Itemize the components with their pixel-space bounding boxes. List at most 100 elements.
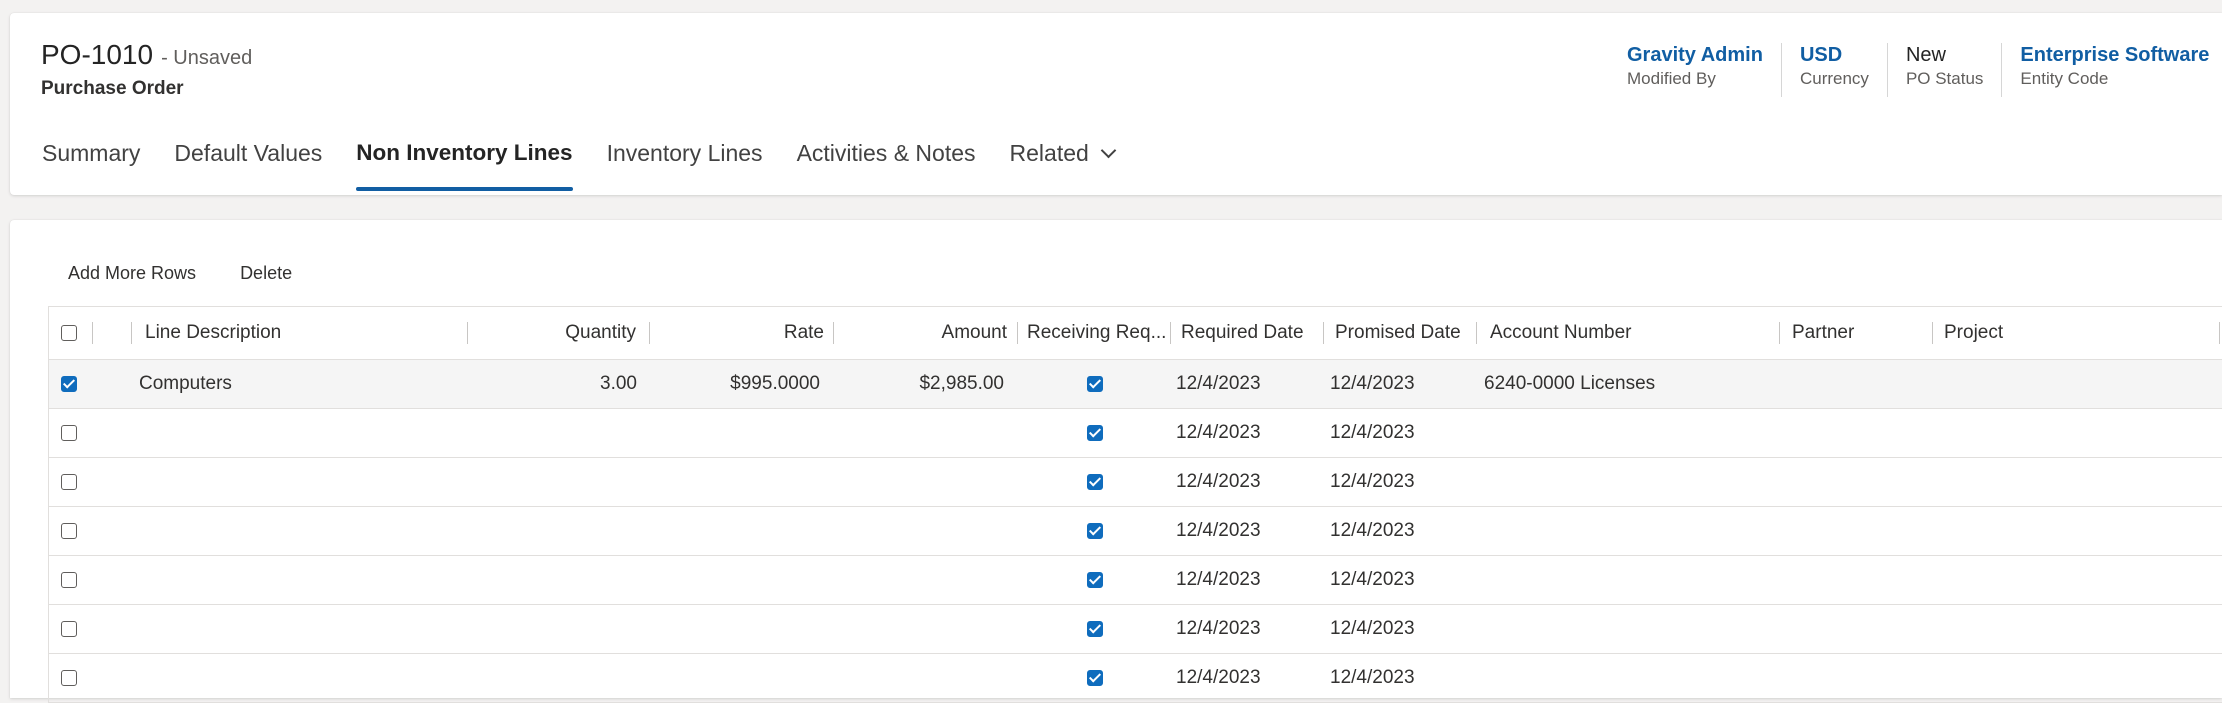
- receiving-required-checkbox[interactable]: [1086, 523, 1103, 539]
- table-row[interactable]: Computers 3.00 $995.0000 $2,985.00 12/4/…: [49, 360, 2222, 409]
- rate-cell[interactable]: $995.0000: [661, 360, 820, 408]
- column-divider[interactable]: [649, 322, 650, 344]
- rate-cell[interactable]: [661, 605, 820, 653]
- promised-date-cell[interactable]: 12/4/2023: [1330, 556, 1470, 604]
- line-description-cell[interactable]: [139, 556, 449, 604]
- partner-cell[interactable]: [1787, 605, 1927, 653]
- quantity-cell[interactable]: [479, 556, 637, 604]
- entity-code-link[interactable]: Enterprise Software: [2020, 43, 2209, 67]
- project-cell[interactable]: [1939, 654, 2209, 702]
- amount-cell[interactable]: [845, 458, 1004, 506]
- quantity-cell[interactable]: 3.00: [479, 360, 637, 408]
- account-number-cell[interactable]: [1484, 556, 1774, 604]
- add-more-rows-button[interactable]: Add More Rows: [68, 263, 196, 284]
- account-number-cell[interactable]: [1484, 605, 1774, 653]
- column-divider[interactable]: [2219, 322, 2220, 344]
- project-cell[interactable]: [1939, 556, 2209, 604]
- table-row[interactable]: 12/4/2023 12/4/2023: [49, 654, 2222, 703]
- required-date-cell[interactable]: 12/4/2023: [1176, 360, 1316, 408]
- quantity-cell[interactable]: [479, 605, 637, 653]
- select-all-checkbox[interactable]: [61, 325, 77, 341]
- promised-date-cell[interactable]: 12/4/2023: [1330, 654, 1470, 702]
- row-select-checkbox[interactable]: [61, 572, 77, 588]
- rate-cell[interactable]: [661, 507, 820, 555]
- partner-cell[interactable]: [1787, 507, 1927, 555]
- row-select-checkbox[interactable]: [61, 523, 77, 539]
- line-description-cell[interactable]: Computers: [139, 360, 449, 408]
- promised-date-cell[interactable]: 12/4/2023: [1330, 458, 1470, 506]
- column-divider[interactable]: [1323, 322, 1324, 344]
- modified-by-link[interactable]: Gravity Admin: [1627, 43, 1763, 67]
- partner-cell[interactable]: [1787, 654, 1927, 702]
- required-date-cell[interactable]: 12/4/2023: [1176, 507, 1316, 555]
- amount-cell[interactable]: [845, 654, 1004, 702]
- quantity-cell[interactable]: [479, 458, 637, 506]
- account-number-cell[interactable]: 6240-0000 Licenses: [1484, 360, 1774, 408]
- amount-cell[interactable]: [845, 507, 1004, 555]
- col-quantity[interactable]: Quantity: [479, 307, 636, 359]
- col-project[interactable]: Project: [1944, 307, 2084, 359]
- table-row[interactable]: 12/4/2023 12/4/2023: [49, 409, 2222, 458]
- project-cell[interactable]: [1939, 507, 2209, 555]
- col-promised-date[interactable]: Promised Date: [1335, 307, 1475, 359]
- quantity-cell[interactable]: [479, 409, 637, 457]
- rate-cell[interactable]: [661, 654, 820, 702]
- project-cell[interactable]: [1939, 458, 2209, 506]
- delete-button[interactable]: Delete: [240, 263, 292, 284]
- tab-inventory-lines[interactable]: Inventory Lines: [607, 141, 763, 199]
- required-date-cell[interactable]: 12/4/2023: [1176, 654, 1316, 702]
- promised-date-cell[interactable]: 12/4/2023: [1330, 360, 1470, 408]
- amount-cell[interactable]: [845, 605, 1004, 653]
- col-receiving-required[interactable]: Receiving Req...: [1027, 307, 1166, 359]
- promised-date-cell[interactable]: 12/4/2023: [1330, 507, 1470, 555]
- tab-default-values[interactable]: Default Values: [174, 141, 322, 199]
- line-description-cell[interactable]: [139, 507, 449, 555]
- project-cell[interactable]: [1939, 409, 2209, 457]
- receiving-required-checkbox[interactable]: [1086, 474, 1103, 490]
- table-row[interactable]: 12/4/2023 12/4/2023: [49, 507, 2222, 556]
- promised-date-cell[interactable]: 12/4/2023: [1330, 605, 1470, 653]
- receiving-required-checkbox[interactable]: [1086, 572, 1103, 588]
- table-row[interactable]: 12/4/2023 12/4/2023: [49, 605, 2222, 654]
- account-number-cell[interactable]: [1484, 409, 1774, 457]
- project-cell[interactable]: [1939, 360, 2209, 408]
- line-description-cell[interactable]: [139, 458, 449, 506]
- required-date-cell[interactable]: 12/4/2023: [1176, 458, 1316, 506]
- row-select-checkbox[interactable]: [61, 670, 77, 686]
- tab-summary[interactable]: Summary: [42, 141, 140, 199]
- promised-date-cell[interactable]: 12/4/2023: [1330, 409, 1470, 457]
- table-row[interactable]: 12/4/2023 12/4/2023: [49, 458, 2222, 507]
- amount-cell[interactable]: [845, 556, 1004, 604]
- line-description-cell[interactable]: [139, 654, 449, 702]
- column-divider[interactable]: [833, 322, 834, 344]
- row-select-checkbox[interactable]: [61, 425, 77, 441]
- rate-cell[interactable]: [661, 458, 820, 506]
- col-amount[interactable]: Amount: [845, 307, 1007, 359]
- tab-non-inventory-lines[interactable]: Non Inventory Lines: [356, 141, 573, 199]
- column-divider[interactable]: [1779, 322, 1780, 344]
- column-divider[interactable]: [1170, 322, 1171, 344]
- required-date-cell[interactable]: 12/4/2023: [1176, 605, 1316, 653]
- quantity-cell[interactable]: [479, 654, 637, 702]
- amount-cell[interactable]: [845, 409, 1004, 457]
- partner-cell[interactable]: [1787, 360, 1927, 408]
- rate-cell[interactable]: [661, 556, 820, 604]
- receiving-required-checkbox[interactable]: [1086, 670, 1103, 686]
- column-divider[interactable]: [1476, 322, 1477, 344]
- col-line-description[interactable]: Line Description: [145, 307, 445, 359]
- row-select-checkbox[interactable]: [61, 376, 77, 392]
- col-rate[interactable]: Rate: [661, 307, 824, 359]
- row-select-checkbox[interactable]: [61, 621, 77, 637]
- account-number-cell[interactable]: [1484, 507, 1774, 555]
- tab-related[interactable]: Related: [1010, 141, 1117, 199]
- table-row[interactable]: 12/4/2023 12/4/2023: [49, 556, 2222, 605]
- line-description-cell[interactable]: [139, 409, 449, 457]
- column-divider[interactable]: [1017, 322, 1018, 344]
- receiving-required-checkbox[interactable]: [1086, 621, 1103, 637]
- tab-activities-notes[interactable]: Activities & Notes: [797, 141, 976, 199]
- row-select-checkbox[interactable]: [61, 474, 77, 490]
- required-date-cell[interactable]: 12/4/2023: [1176, 556, 1316, 604]
- partner-cell[interactable]: [1787, 409, 1927, 457]
- required-date-cell[interactable]: 12/4/2023: [1176, 409, 1316, 457]
- receiving-required-checkbox[interactable]: [1086, 425, 1103, 441]
